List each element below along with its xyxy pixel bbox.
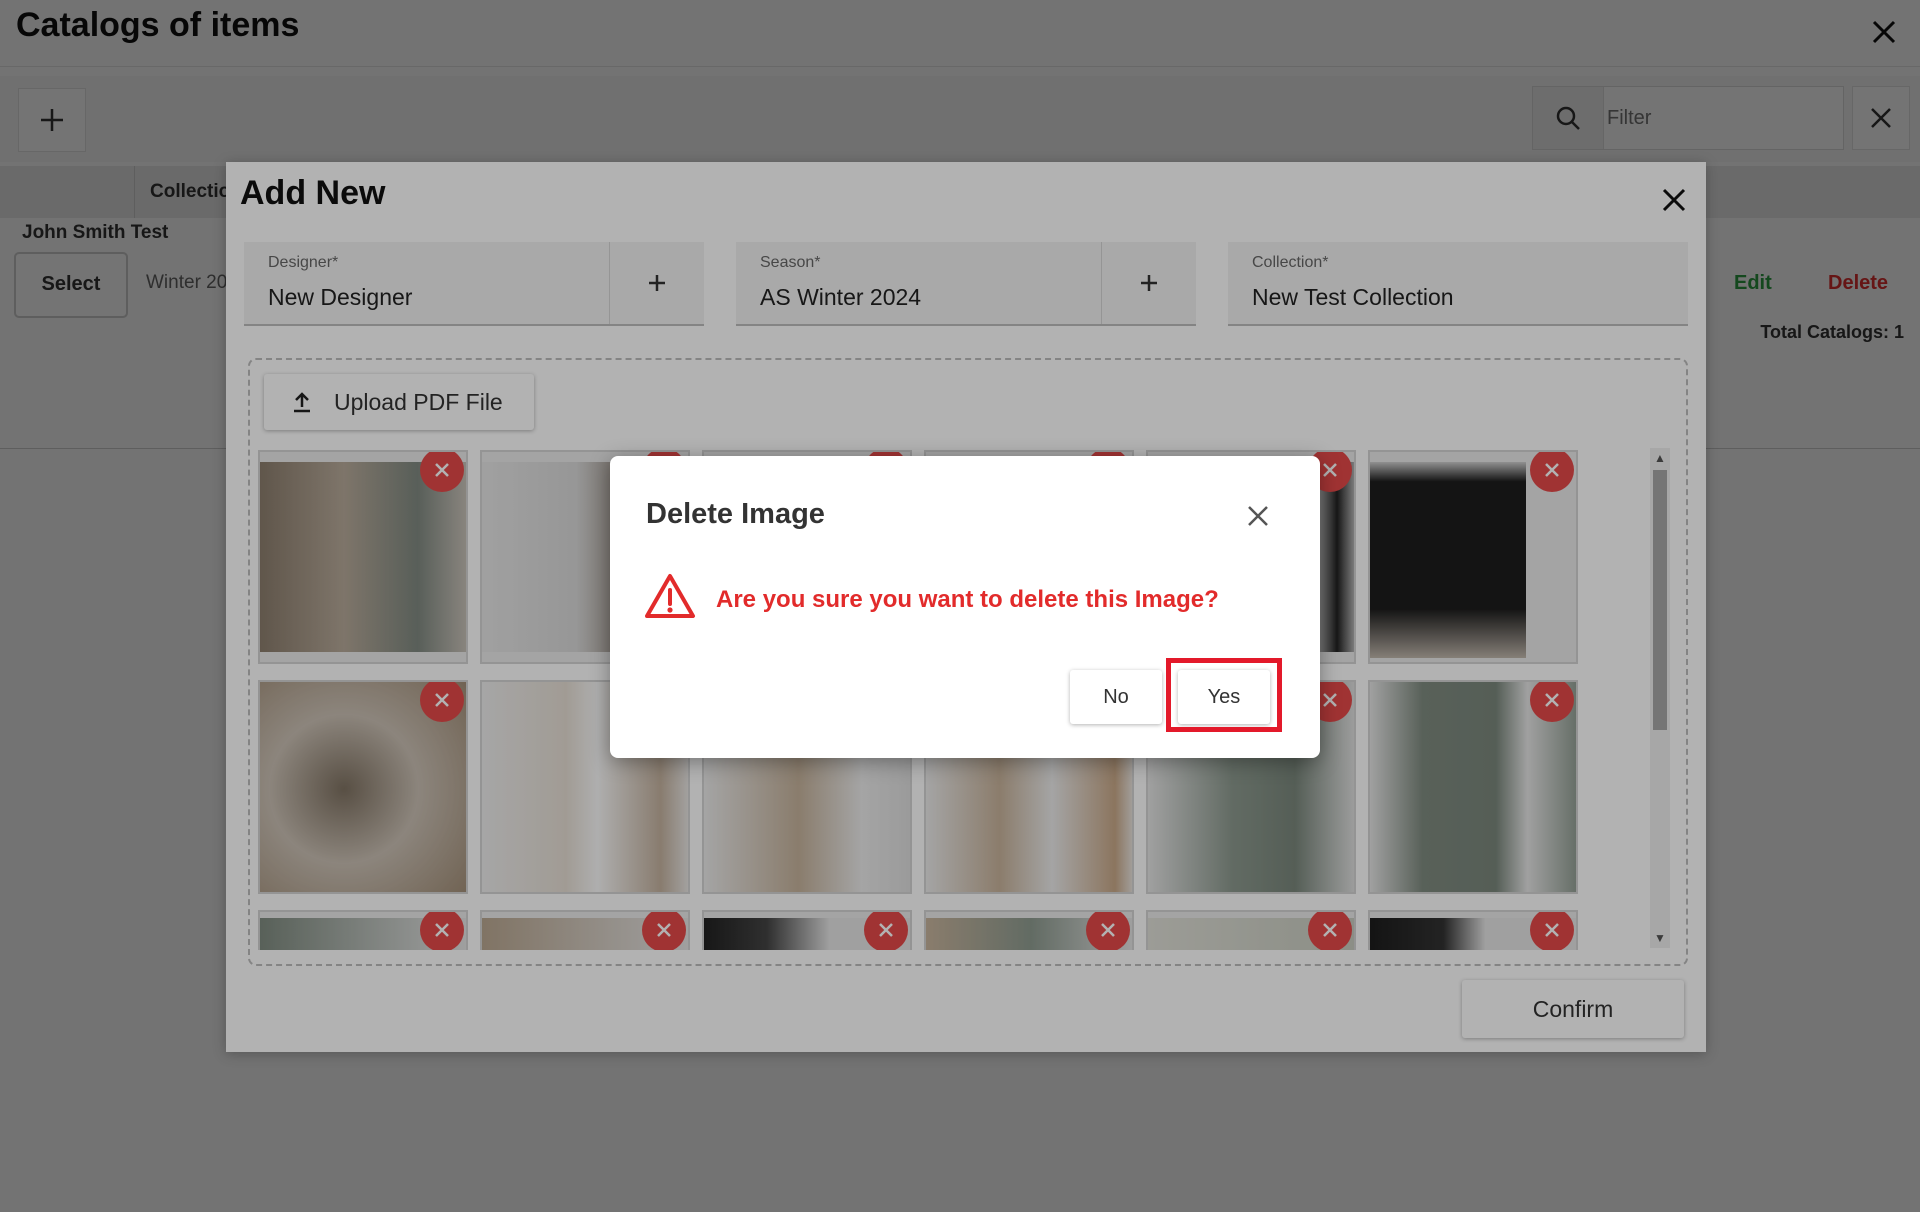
yes-button-highlight [1166, 658, 1282, 732]
dialog-message: Are you sure you want to delete this Ima… [716, 586, 1219, 613]
delete-image-dialog: Delete Image Are you sure you want to de… [610, 456, 1320, 758]
close-icon[interactable] [1240, 498, 1276, 534]
warning-icon [644, 572, 696, 625]
dialog-title: Delete Image [646, 498, 825, 530]
no-button[interactable]: No [1070, 670, 1162, 724]
